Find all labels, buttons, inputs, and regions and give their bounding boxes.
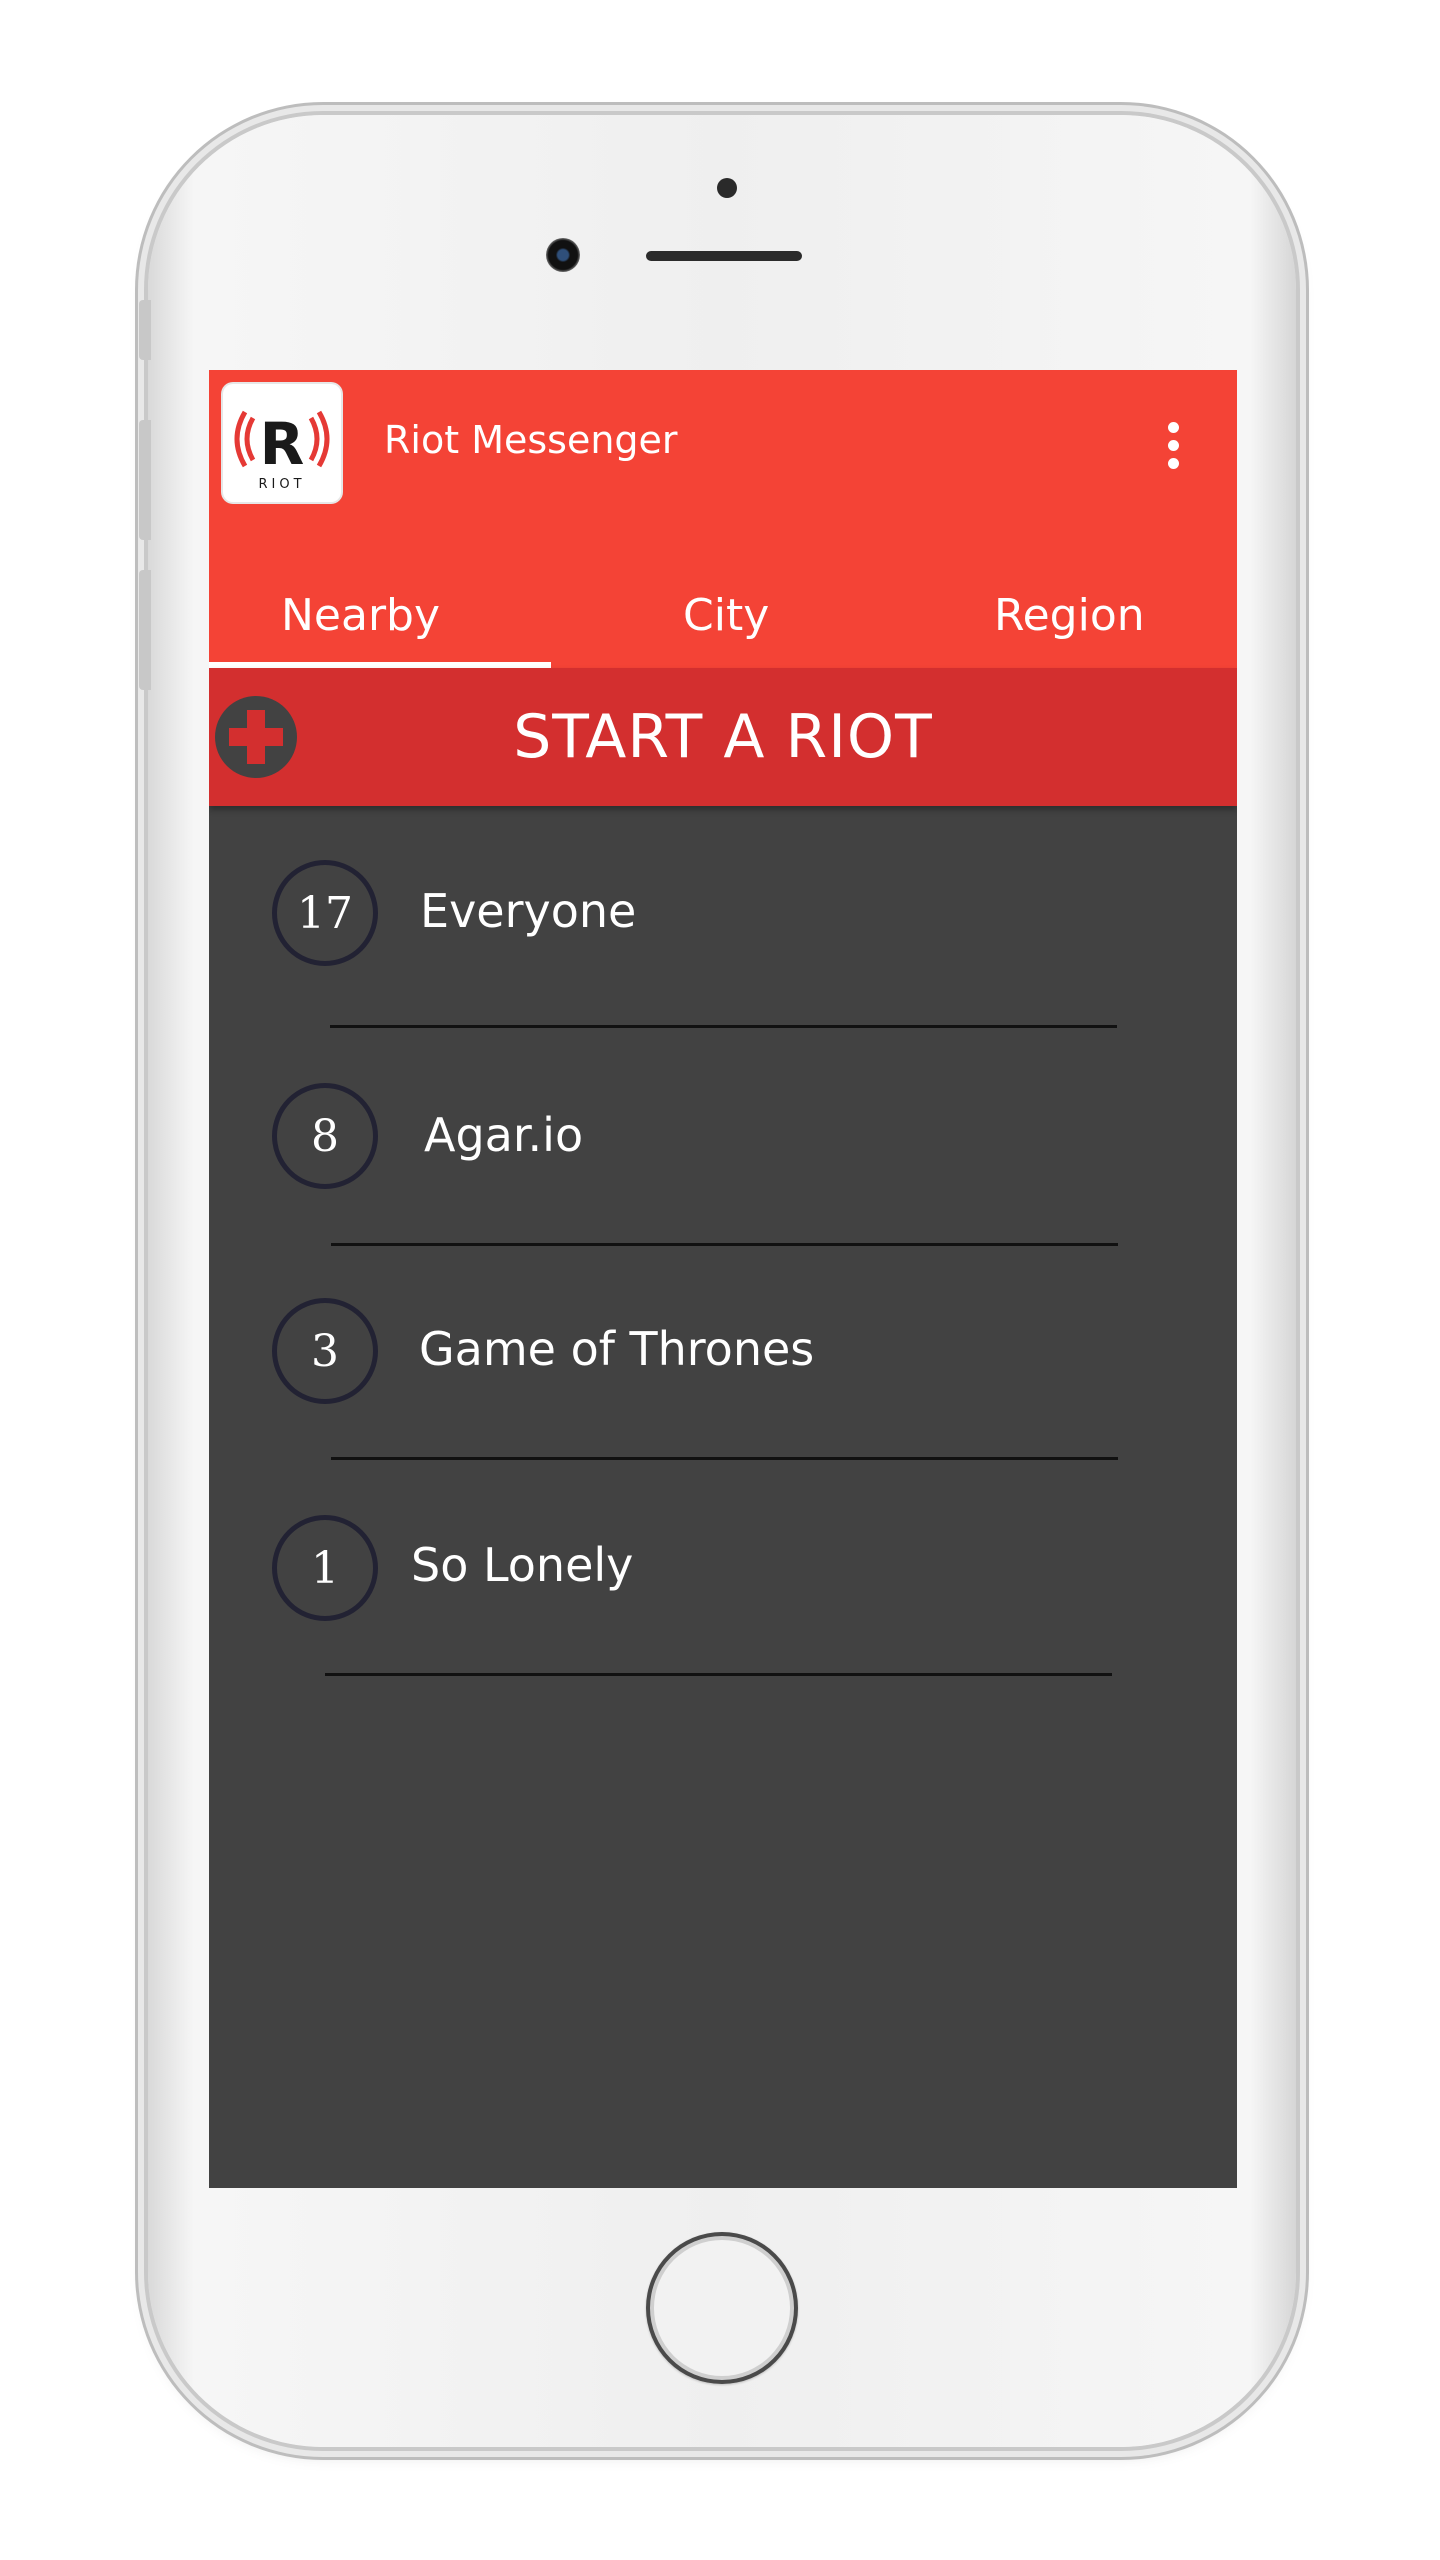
start-riot-button[interactable]: START A RIOT — [209, 668, 1237, 806]
app-bar: R RIOT Riot Messenger Nearby City Region — [209, 370, 1237, 668]
list-divider — [325, 1673, 1112, 1676]
mute-switch — [139, 300, 151, 360]
member-count-badge: 8 — [272, 1083, 378, 1189]
app-logo: R RIOT — [223, 384, 341, 502]
riot-name: So Lonely — [411, 1538, 634, 1592]
proximity-sensor — [717, 178, 737, 198]
riot-list-item[interactable]: 17 Everyone — [209, 860, 1237, 1060]
list-divider — [330, 1025, 1117, 1028]
start-riot-label: START A RIOT — [513, 702, 933, 772]
riot-name: Game of Thrones — [419, 1322, 815, 1376]
app-title: Riot Messenger — [384, 418, 678, 462]
member-count-badge: 3 — [272, 1298, 378, 1404]
riot-list-item[interactable]: 3 Game of Thrones — [209, 1298, 1237, 1498]
logo-text: RIOT — [258, 477, 305, 492]
list-divider — [331, 1457, 1118, 1460]
riot-name: Agar.io — [424, 1108, 584, 1162]
member-count-badge: 17 — [272, 860, 378, 966]
list-divider — [331, 1243, 1118, 1246]
earpiece-speaker — [646, 251, 802, 261]
tab-nearby[interactable]: Nearby — [281, 590, 440, 641]
home-button[interactable] — [646, 2232, 798, 2384]
member-count-badge: 1 — [272, 1515, 378, 1621]
svg-text:R: R — [260, 410, 305, 478]
volume-up-button — [139, 420, 151, 540]
volume-down-button — [139, 570, 151, 690]
riot-name: Everyone — [420, 884, 637, 938]
riot-list-item[interactable]: 8 Agar.io — [209, 1083, 1237, 1283]
front-camera — [546, 238, 580, 272]
tab-city[interactable]: City — [683, 590, 769, 641]
tab-region[interactable]: Region — [994, 590, 1145, 641]
riot-list-item[interactable]: 1 So Lonely — [209, 1515, 1237, 1715]
riot-logo-icon: R RIOT — [234, 410, 330, 492]
app-screen: R RIOT Riot Messenger Nearby City Region… — [209, 370, 1237, 2188]
overflow-menu-icon[interactable] — [1159, 422, 1187, 482]
